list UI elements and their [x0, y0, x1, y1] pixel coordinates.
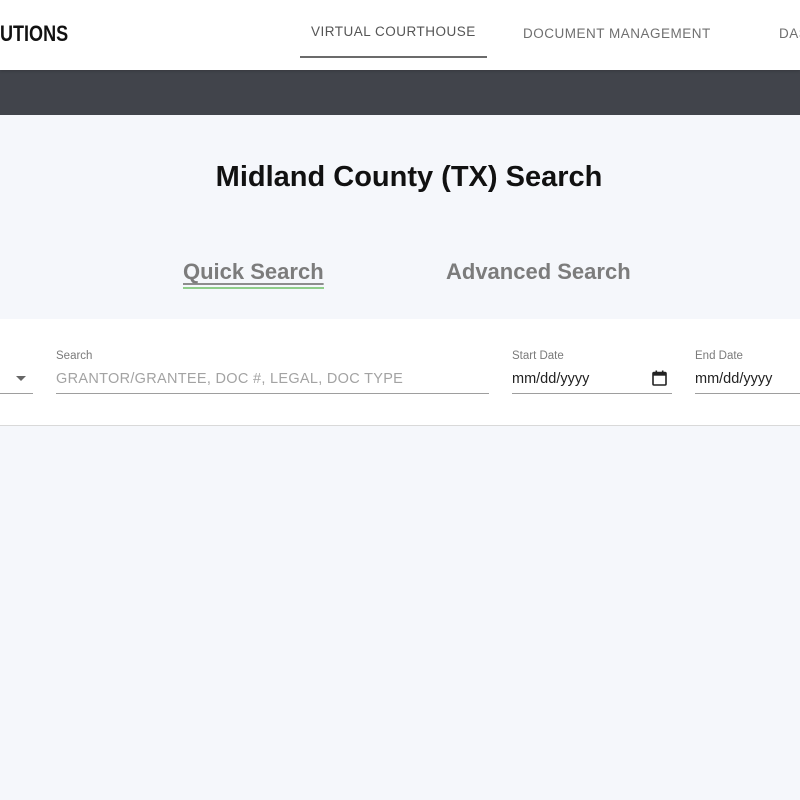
search-input[interactable]: GRANTOR/GRANTEE, DOC #, LEGAL, DOC TYPE [56, 370, 403, 388]
tab-label: Quick Search [183, 259, 324, 284]
nav-tab-label: VIRTUAL COURTHOUSE [311, 24, 476, 39]
nav-tab-das[interactable]: DAS [779, 0, 800, 70]
tab-advanced-search[interactable]: Advanced Search [446, 256, 631, 288]
search-type-select-underline[interactable] [0, 393, 33, 394]
nav-tab-document-management[interactable]: DOCUMENT MANAGEMENT [523, 0, 711, 70]
end-date-label: End Date [695, 350, 743, 362]
search-input-underline [56, 393, 489, 394]
start-date-input[interactable]: mm/dd/yyyy [512, 370, 589, 388]
active-tab-accent [183, 287, 324, 289]
nav-tab-label: DAS [779, 26, 800, 41]
end-date-underline [695, 393, 800, 394]
brand-logo-text[interactable]: UTIONS [0, 20, 68, 48]
nav-tab-label: DOCUMENT MANAGEMENT [523, 26, 711, 41]
top-navbar: UTIONS VIRTUAL COURTHOUSE DOCUMENT MANAG… [0, 0, 800, 70]
calendar-icon[interactable] [652, 370, 667, 386]
nav-tab-virtual-courthouse[interactable]: VIRTUAL COURTHOUSE [300, 0, 487, 70]
search-field-label: Search [56, 350, 93, 362]
active-tab-indicator [300, 56, 487, 58]
chevron-down-icon[interactable] [16, 376, 26, 381]
start-date-underline [512, 393, 672, 394]
tab-quick-search[interactable]: Quick Search [183, 256, 324, 289]
secondary-toolbar-band [0, 70, 800, 115]
page-title: Midland County (TX) Search [215, 161, 603, 193]
end-date-input[interactable]: mm/dd/yyyy [695, 370, 772, 388]
tab-label: Advanced Search [446, 259, 631, 284]
start-date-label: Start Date [512, 350, 564, 362]
